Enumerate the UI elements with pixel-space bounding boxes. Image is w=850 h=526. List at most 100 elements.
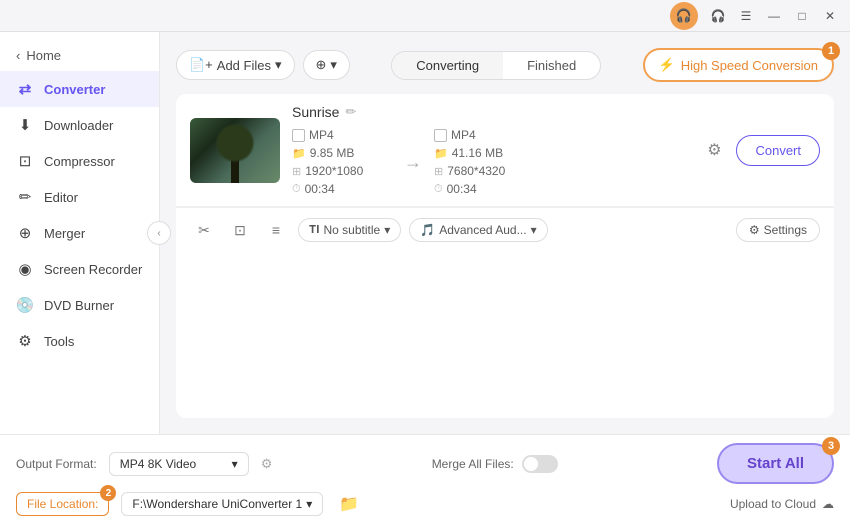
format-settings-icon[interactable]: ⚙ — [261, 456, 273, 472]
file-thumbnail — [190, 118, 280, 183]
lightning-icon: ⚡ — [659, 57, 675, 73]
file-info: Sunrise ✏ MP4 📁 9.85 MB — [292, 104, 688, 196]
file-location-button[interactable]: File Location: 2 — [16, 492, 109, 516]
output-size: 41.16 MB — [452, 146, 503, 160]
add-files-button[interactable]: 📄+ Add Files ▾ — [176, 50, 295, 80]
minimize-button[interactable]: — — [762, 4, 786, 28]
editor-icon: ✏ — [16, 188, 34, 206]
audio-select[interactable]: 🎵 Advanced Aud... ▾ — [409, 218, 547, 242]
output-clock-icon: ⏱ — [434, 183, 443, 196]
source-resolution: 1920*1080 — [305, 164, 363, 178]
add-files-label: Add Files — [217, 58, 271, 73]
source-duration: 00:34 — [305, 182, 335, 196]
source-size-row: 📁 9.85 MB — [292, 146, 392, 160]
settings-icon: ⚙ — [749, 223, 760, 237]
edit-icon[interactable]: ✏ — [345, 104, 356, 120]
output-resolution-row: ⊞ 7680*4320 — [434, 164, 534, 178]
start-all-button[interactable]: Start All 3 — [717, 443, 834, 484]
add-folder-chevron-icon: ▾ — [330, 57, 337, 73]
tab-finished[interactable]: Finished — [503, 52, 600, 79]
convert-btn-area: ⚙ Convert — [700, 135, 820, 166]
settings-label: Settings — [764, 223, 807, 237]
close-button[interactable]: ✕ — [818, 4, 842, 28]
back-arrow-icon: ‹ — [16, 48, 20, 63]
high-speed-label: High Speed Conversion — [681, 58, 818, 73]
sidebar-item-screen-recorder[interactable]: ◉ Screen Recorder — [0, 251, 159, 287]
format-value: MP4 8K Video — [120, 457, 197, 471]
sidebar-item-screen-recorder-label: Screen Recorder — [44, 262, 142, 277]
cloud-upload-icon[interactable]: ☁ — [822, 497, 834, 511]
table-row: Sunrise ✏ MP4 📁 9.85 MB — [176, 94, 834, 207]
resolution-icon: ⊞ — [292, 165, 301, 178]
source-format: MP4 — [309, 128, 334, 142]
tab-group: Converting Finished — [391, 51, 601, 80]
sidebar-collapse-button[interactable]: ‹ — [147, 221, 171, 245]
sidebar-item-tools-label: Tools — [44, 334, 74, 349]
add-folder-button[interactable]: ⊕ ▾ — [303, 50, 350, 80]
location-path: F:\Wondershare UniConverter 1 ▾ — [121, 492, 323, 516]
app-body: ‹ Home ⇄ Converter ⬇ Downloader ⊡ Compre… — [0, 32, 850, 434]
merge-label: Merge All Files: — [432, 457, 514, 471]
source-checkbox[interactable] — [292, 129, 305, 142]
location-path-value: F:\Wondershare UniConverter 1 — [132, 497, 302, 511]
back-button[interactable]: ‹ Home — [0, 40, 159, 71]
toolbar: 📄+ Add Files ▾ ⊕ ▾ Converting Finished ⚡… — [176, 48, 834, 82]
sidebar-item-compressor-label: Compressor — [44, 154, 115, 169]
file-location-label: File Location: — [27, 497, 98, 511]
source-meta: MP4 📁 9.85 MB ⊞ 1920*1080 ⏱ — [292, 128, 392, 196]
crop-icon[interactable]: ⊡ — [226, 216, 254, 244]
file-name: Sunrise — [292, 104, 339, 120]
bottom-bar: Output Format: MP4 8K Video ▾ ⚙ Merge Al… — [0, 434, 850, 526]
dvd-icon: 💿 — [16, 296, 34, 314]
headphone-icon[interactable]: 🎧 — [706, 4, 730, 28]
browse-folder-button[interactable]: 📁 — [335, 490, 363, 518]
sidebar-item-downloader[interactable]: ⬇ Downloader — [0, 107, 159, 143]
audio-label: Advanced Aud... — [439, 223, 526, 237]
convert-button[interactable]: Convert — [736, 135, 820, 166]
thumbnail-image — [190, 118, 280, 183]
sidebar-item-tools[interactable]: ⚙ Tools — [0, 323, 159, 359]
effects-icon[interactable]: ≡ — [262, 216, 290, 244]
sidebar-item-downloader-label: Downloader — [44, 118, 113, 133]
tab-converting[interactable]: Converting — [392, 52, 503, 79]
clock-icon: ⏱ — [292, 183, 301, 196]
output-format-label: Output Format: — [16, 457, 97, 471]
high-speed-button[interactable]: ⚡ High Speed Conversion 1 — [643, 48, 835, 82]
high-speed-badge: 1 — [822, 42, 840, 60]
output-checkbox[interactable] — [434, 129, 447, 142]
add-folder-icon: ⊕ — [316, 57, 327, 73]
back-label: Home — [26, 48, 61, 63]
sidebar-item-converter[interactable]: ⇄ Converter — [0, 71, 159, 107]
settings-button[interactable]: ⚙ Settings — [736, 218, 820, 242]
merge-toggle[interactable] — [522, 455, 558, 473]
cut-icon[interactable]: ✂ — [190, 216, 218, 244]
upload-label: Upload to Cloud — [730, 497, 816, 511]
sub-toolbar: ✂ ⊡ ≡ 𝐓𝐈 No subtitle ▾ 🎵 Advanced Aud...… — [176, 207, 834, 252]
sidebar-item-compressor[interactable]: ⊡ Compressor — [0, 143, 159, 179]
sidebar-item-merger[interactable]: ⊕ Merger — [0, 215, 159, 251]
subtitle-select[interactable]: 𝐓𝐈 No subtitle ▾ — [298, 218, 401, 242]
merge-row: Merge All Files: — [432, 455, 558, 473]
output-file-icon: 📁 — [434, 147, 448, 160]
format-select[interactable]: MP4 8K Video ▾ — [109, 452, 249, 476]
file-list: Sunrise ✏ MP4 📁 9.85 MB — [176, 94, 834, 418]
sidebar-item-converter-label: Converter — [44, 82, 105, 97]
compressor-icon: ⊡ — [16, 152, 34, 170]
sidebar-item-dvd-burner[interactable]: 💿 DVD Burner — [0, 287, 159, 323]
maximize-button[interactable]: □ — [790, 4, 814, 28]
upload-row: Upload to Cloud ☁ — [730, 497, 834, 511]
source-resolution-row: ⊞ 1920*1080 — [292, 164, 392, 178]
file-location-badge: 2 — [100, 485, 116, 501]
settings-gear-icon[interactable]: ⚙ — [700, 136, 728, 164]
sidebar-item-editor[interactable]: ✏ Editor — [0, 179, 159, 215]
audio-chevron-icon: ▾ — [531, 223, 537, 237]
source-format-row: MP4 — [292, 128, 392, 142]
menu-icon[interactable]: ☰ — [734, 4, 758, 28]
sidebar: ‹ Home ⇄ Converter ⬇ Downloader ⊡ Compre… — [0, 32, 160, 434]
bottom-row-2: File Location: 2 F:\Wondershare UniConve… — [16, 490, 834, 518]
subtitle-icon: 𝐓𝐈 — [309, 224, 320, 237]
output-size-row: 📁 41.16 MB — [434, 146, 534, 160]
add-files-icon: 📄+ — [189, 57, 213, 73]
notification-icon[interactable]: 🎧 — [670, 2, 698, 30]
sidebar-item-dvd-burner-label: DVD Burner — [44, 298, 114, 313]
